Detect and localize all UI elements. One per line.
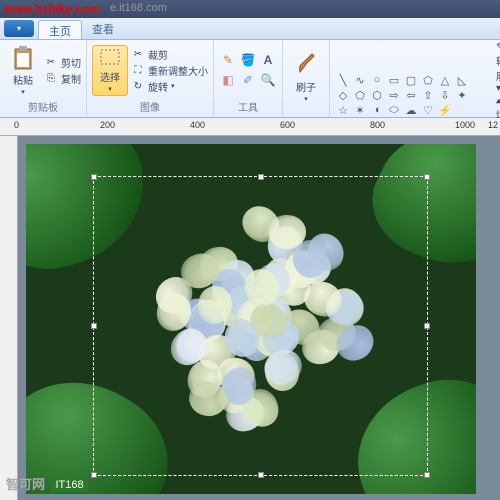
ruler-vertical [0, 136, 18, 500]
group-label-tools: 工具 [219, 98, 277, 115]
paste-button[interactable]: 粘贴 ▾ [5, 43, 41, 98]
scissors-icon: ✂ [44, 55, 58, 69]
paste-label: 粘贴 [13, 72, 33, 87]
shape-arrow-d[interactable]: ⇩ [437, 88, 453, 102]
shape-oval[interactable]: ○ [369, 73, 385, 87]
select-button[interactable]: 选择 ▾ [92, 45, 128, 96]
rotate-button[interactable]: ↻旋转 ▾ [131, 79, 208, 94]
tab-view[interactable]: 查看 [82, 18, 124, 39]
cut-button[interactable]: ✂剪切 [44, 55, 81, 70]
select-icon [99, 48, 121, 68]
rotate-icon: ↻ [131, 79, 145, 93]
watermark-url2: e.it168.com [110, 2, 167, 14]
shape-line[interactable]: ╲ [335, 73, 351, 87]
group-clipboard: 粘贴 ▾ ✂剪切 ⎘复制 剪贴板 [0, 40, 87, 117]
shape-star5[interactable]: ☆ [335, 103, 351, 117]
shape-pentagon[interactable]: ⬠ [352, 88, 368, 102]
shape-callout-round[interactable]: ◖ [369, 103, 385, 117]
copy-icon: ⎘ [44, 71, 58, 85]
shape-curve[interactable]: ∿ [352, 73, 368, 87]
ruler-horizontal: 0 200 400 600 800 1000 12 [0, 118, 500, 136]
group-shapes: ╲∿○▭▢⬠△◺ ◇⬠⬡⇨⇦⇧⇩✦ ☆✶◖⬭☁♡⚡ ✎ 轮廓 ▾ ▰ 填充 ▾ … [330, 40, 500, 117]
clipboard-icon [11, 45, 35, 71]
fill-icon: ▰ [496, 96, 500, 107]
shape-star6[interactable]: ✶ [352, 103, 368, 117]
chevron-down-icon: ▾ [304, 95, 308, 103]
select-label: 选择 [100, 69, 120, 84]
chevron-down-icon: ▾ [108, 85, 112, 93]
menu-bar: ▾ 主页 查看 [0, 18, 500, 40]
brush-label: 刷子 [296, 79, 316, 94]
chevron-down-icon: ▾ [21, 88, 25, 96]
shape-arrow-r[interactable]: ⇨ [386, 88, 402, 102]
shape-diamond[interactable]: ◇ [335, 88, 351, 102]
brush-button[interactable]: 刷子 ▾ [288, 50, 324, 105]
group-image: 选择 ▾ ✂裁剪 ⛶重新调整大小 ↻旋转 ▾ 图像 [87, 40, 214, 117]
file-menu-button[interactable]: ▾ [4, 20, 34, 37]
brush-icon [294, 52, 318, 78]
outline-button[interactable]: ✎ 轮廓 ▾ [496, 42, 500, 94]
crop-button[interactable]: ✂裁剪 [131, 47, 208, 62]
picker-tool[interactable]: ✐ [239, 71, 257, 89]
shape-heart[interactable]: ♡ [420, 103, 436, 117]
watermark-url1: www.hzhike.com [4, 2, 100, 16]
shape-callout-cloud[interactable]: ☁ [403, 103, 419, 117]
copy-button[interactable]: ⎘复制 [44, 71, 81, 86]
chevron-down-icon: ▾ [17, 24, 21, 33]
shape-rect[interactable]: ▭ [386, 73, 402, 87]
shape-lightning[interactable]: ⚡ [437, 103, 453, 117]
group-label-image: 图像 [92, 98, 208, 115]
shape-roundrect[interactable]: ▢ [403, 73, 419, 87]
brand-en: IT168 [51, 478, 87, 492]
brand-watermark: 智可网 IT168 [6, 474, 88, 494]
ribbon: 粘贴 ▾ ✂剪切 ⎘复制 剪贴板 选择 ▾ ✂裁剪 ⛶重新调整大小 ↻旋转 ▾ … [0, 40, 500, 118]
photo-content [26, 144, 476, 494]
brand-cn: 智可网 [6, 477, 45, 492]
zoom-tool[interactable]: 🔍 [259, 71, 277, 89]
fill-tool[interactable]: 🪣 [239, 51, 257, 69]
canvas[interactable] [18, 136, 500, 500]
shape-star4[interactable]: ✦ [454, 88, 470, 102]
group-label-clipboard: 剪贴板 [5, 98, 81, 115]
shape-arrow-u[interactable]: ⇧ [420, 88, 436, 102]
eraser-tool[interactable]: ◧ [219, 71, 237, 89]
group-brush: 刷子 ▾ [283, 40, 330, 117]
outline-icon: ✎ [496, 42, 500, 53]
shape-hexagon[interactable]: ⬡ [369, 88, 385, 102]
shape-arrow-l[interactable]: ⇦ [403, 88, 419, 102]
text-tool[interactable]: A [259, 51, 277, 69]
shape-callout-oval[interactable]: ⬭ [386, 103, 402, 117]
pencil-tool[interactable]: ✎ [219, 51, 237, 69]
resize-icon: ⛶ [131, 63, 145, 77]
shapes-gallery[interactable]: ╲∿○▭▢⬠△◺ ◇⬠⬡⇨⇦⇧⇩✦ ☆✶◖⬭☁♡⚡ [335, 73, 487, 117]
shape-rtriangle[interactable]: ◺ [454, 73, 470, 87]
group-tools: ✎ 🪣 A ◧ ✐ 🔍 工具 [214, 40, 283, 117]
crop-icon: ✂ [131, 47, 145, 61]
workspace [0, 136, 500, 500]
resize-button[interactable]: ⛶重新调整大小 [131, 63, 208, 78]
tab-home[interactable]: 主页 [38, 20, 82, 39]
shape-polygon[interactable]: ⬠ [420, 73, 436, 87]
shape-triangle[interactable]: △ [437, 73, 453, 87]
